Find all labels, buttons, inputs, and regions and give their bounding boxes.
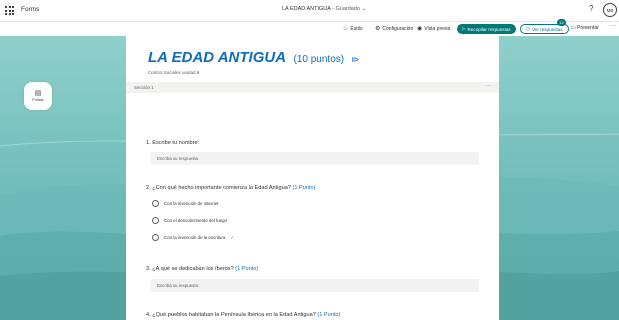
preview-label: Vista previa [424, 25, 451, 32]
correct-answer-check-icon: ✓ [230, 234, 235, 241]
section-header[interactable]: Sección 1 ··· [126, 82, 499, 93]
points-tool-label: Puntos [32, 98, 44, 102]
eye-icon: ◉ [417, 26, 423, 32]
avatar[interactable]: MB [603, 3, 617, 17]
collect-responses-button[interactable]: ▷ Recopilar respuestas [457, 24, 516, 34]
style-button[interactable]: ♧ Estilo [343, 25, 363, 33]
responses-icon: ◷ [526, 26, 531, 31]
question-2-label: 2. ¿Con qué hecho importante comienza la… [146, 185, 316, 191]
send-icon: ▷ [462, 26, 466, 31]
question-2-option-1[interactable]: Con la invención de internet [152, 200, 218, 207]
radio-button[interactable] [152, 200, 159, 207]
question-4-points: (1 Punto) [317, 312, 341, 318]
form-title-text: LA EDAD ANTIGUA [148, 49, 287, 66]
option-label: Con la invención de internet [164, 201, 219, 206]
question-4-text: 4. ¿Qué pueblos habitaban la Península I… [146, 312, 316, 318]
question-2-text: 2. ¿Con qué hecho importante comienza la… [146, 185, 291, 191]
option-label: Con el descubrimiento del fuego [164, 218, 227, 223]
more-options-icon[interactable]: ··· [610, 23, 616, 29]
section-label: Sección 1 [134, 85, 154, 90]
present-button[interactable]: ▭ Presentar [571, 25, 599, 31]
chevron-down-icon: ⌄ [361, 6, 367, 12]
question-3-text: 3. ¿A qué se dedicaban los íberos? [146, 266, 234, 272]
settings-label: Configuración [382, 25, 414, 32]
form-points: (10 puntos) [293, 54, 345, 65]
question-3-points: (1 Punto) [235, 266, 259, 272]
question-1-label: 1. Escribe tu nombre: [146, 140, 199, 146]
form-title[interactable]: LA EDAD ANTIGUA (10 puntos) ⧐ [148, 49, 360, 67]
form-card: LA EDAD ANTIGUA (10 puntos) ⧐ Control So… [126, 36, 499, 320]
app-name[interactable]: Forms [21, 6, 39, 13]
top-bar: Forms LA EDAD ANTIGUA - Guardado ⌄ ? MB [0, 0, 619, 22]
question-1-placeholder: Escriba su respuesta [157, 156, 198, 161]
question-1-text: 1. Escribe tu nombre: [146, 140, 200, 146]
gear-icon: ⚙ [375, 26, 381, 32]
palette-icon: ♧ [343, 26, 349, 32]
present-icon: ▭ [571, 25, 576, 31]
question-3-placeholder: Escriba su respuesta [157, 283, 198, 288]
question-4-label: 4. ¿Qué pueblos habitaban la Península I… [146, 312, 340, 318]
question-2-option-2[interactable]: Con el descubrimiento del fuego [152, 217, 227, 224]
saved-status: - Guardado [332, 6, 360, 12]
points-tool-button[interactable]: ▤ Puntos [24, 82, 52, 110]
option-label: Con la invención de la escritura [164, 235, 226, 240]
responses-count-badge: 12 [557, 19, 566, 26]
app-launcher-icon[interactable] [5, 6, 14, 15]
question-3-label: 3. ¿A qué se dedicaban los íberos? (1 Pu… [146, 266, 258, 272]
present-label: Presentar [577, 25, 599, 31]
document-title[interactable]: LA EDAD ANTIGUA - Guardado ⌄ [282, 6, 366, 12]
radio-button[interactable] [152, 234, 159, 241]
settings-button[interactable]: ⚙ Configuración [375, 25, 414, 33]
section-more-icon[interactable]: ··· [486, 83, 491, 89]
question-2-points: (1 Punto) [292, 185, 316, 191]
form-subtitle: Control Sociales unidad 6 [148, 70, 200, 75]
style-label: Estilo [350, 25, 363, 32]
view-responses-label: Ver respuestas [532, 26, 563, 32]
radio-button[interactable] [152, 217, 159, 224]
question-2-option-3[interactable]: Con la invención de la escritura ✓ [152, 234, 234, 241]
question-1-answer-input[interactable]: Escriba su respuesta [151, 152, 479, 165]
question-3-answer-input[interactable]: Escriba su respuesta [151, 279, 479, 292]
collect-responses-label: Recopilar respuestas [467, 26, 511, 32]
document-title-text: LA EDAD ANTIGUA [282, 6, 331, 12]
immersive-reader-icon[interactable]: ⧐ [352, 55, 360, 64]
help-icon[interactable]: ? [589, 4, 593, 13]
preview-button[interactable]: ◉ Vista previa [417, 25, 451, 33]
points-icon: ▤ [34, 90, 42, 97]
command-bar: ♧ Estilo ⚙ Configuración ◉ Vista previa … [0, 22, 619, 36]
